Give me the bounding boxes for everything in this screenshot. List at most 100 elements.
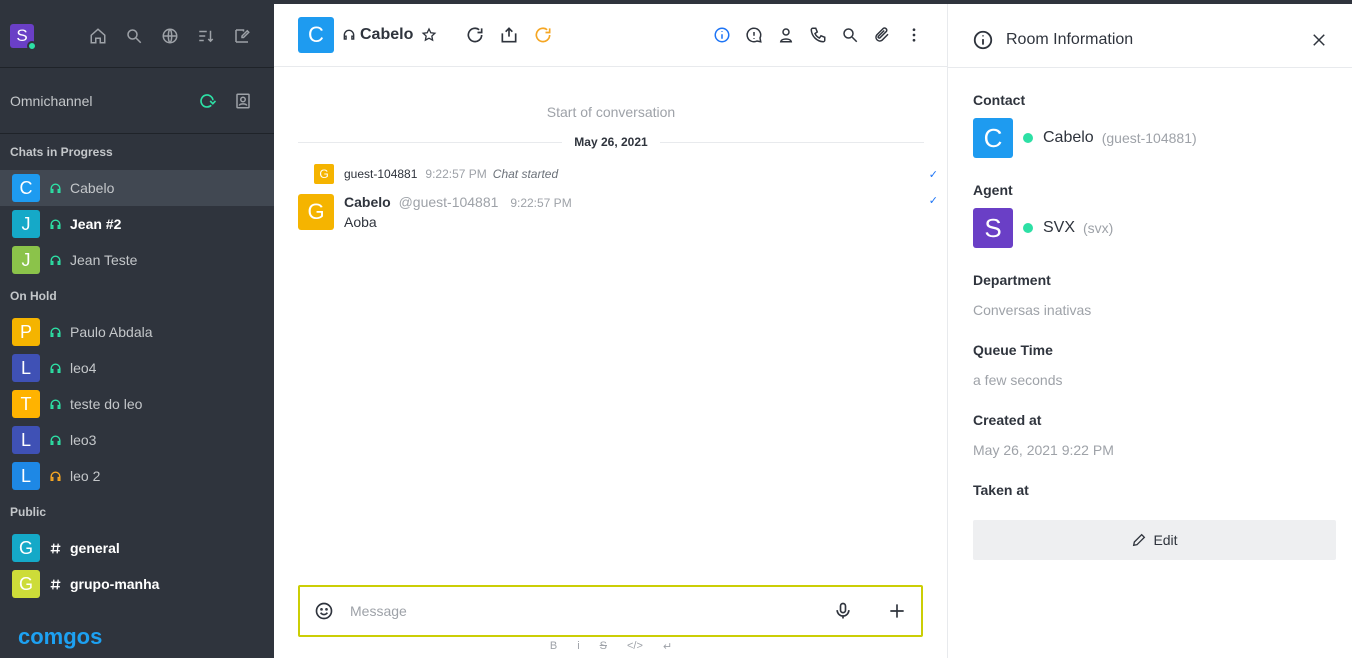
room-avatar: C [12, 174, 40, 202]
agent-name[interactable]: SVX [1043, 219, 1075, 237]
agent-info: S SVX (svx) [973, 208, 1336, 248]
omnichannel-label: Omnichannel [10, 92, 93, 109]
sidebar-section-title: On Hold [10, 289, 57, 303]
user-avatar[interactable]: S [10, 23, 37, 51]
read-receipt-icon: ✓ [928, 195, 938, 207]
brand-logo: comgos [18, 624, 103, 649]
search-messages-icon[interactable] [841, 26, 859, 44]
message-list: Start of conversation May 26, 2021 G gue… [274, 68, 948, 578]
sidebar-room-item[interactable]: Lleo4 [0, 350, 274, 386]
favorite-star-icon[interactable] [421, 27, 437, 43]
sidebar-room-item[interactable]: C Cabelo [0, 170, 274, 206]
pencil-icon [1131, 532, 1147, 548]
livechat-headset-icon [48, 469, 62, 483]
livechat-headset-icon [48, 253, 62, 267]
room-avatar: L [12, 426, 40, 454]
room-name: Paulo Abdala [70, 324, 153, 340]
composer-actions [833, 601, 907, 621]
livechat-headset-icon [48, 433, 62, 447]
sidebar-room-item[interactable]: P Paulo Abdala [0, 314, 274, 350]
room-avatar: L [12, 354, 40, 382]
close-icon[interactable] [1310, 31, 1328, 49]
system-message-avatar[interactable]: G [314, 164, 334, 184]
phone-icon[interactable] [809, 26, 827, 44]
livechat-headset-icon [48, 217, 62, 231]
contact-center-icon[interactable] [234, 92, 252, 110]
room-title: Cabelo [360, 26, 414, 43]
room-name: Jean Teste [70, 252, 138, 268]
omnichannel-tools [198, 92, 264, 110]
attachment-icon[interactable] [873, 26, 891, 44]
message-handle[interactable]: @guest-104881 [399, 194, 499, 210]
edit-button[interactable]: Edit [973, 520, 1336, 560]
message-avatar[interactable]: G [298, 194, 334, 230]
on-hold-icon[interactable] [533, 25, 553, 45]
room-avatar[interactable]: C [298, 17, 334, 53]
room-avatar: P [12, 318, 40, 346]
room-info-icon[interactable] [713, 26, 731, 44]
message-meta: Cabelo @guest-104881 9:22:57 PM [344, 194, 572, 210]
transcript-icon[interactable] [499, 25, 519, 45]
sidebar-room-item[interactable]: Ggeneral [0, 530, 274, 566]
room-actions-left [465, 25, 553, 45]
user-avatar-initial: S [16, 25, 28, 45]
omnichannel-status-icon[interactable] [198, 92, 216, 110]
queue-time-value: a few seconds [973, 372, 1063, 388]
microphone-icon[interactable] [833, 601, 853, 621]
sidebar-room-item[interactable]: Lleo 2 [0, 458, 274, 494]
forward-chat-icon[interactable] [465, 25, 485, 45]
contact-username: (guest-104881) [1101, 130, 1197, 146]
agent-avatar[interactable]: S [973, 208, 1013, 248]
agent-status-indicator [1023, 223, 1033, 233]
plus-icon[interactable] [887, 601, 907, 621]
search-icon[interactable] [124, 26, 144, 46]
agent-username: (svx) [1083, 220, 1114, 236]
contact-profile-icon[interactable] [777, 26, 795, 44]
room-avatar: G [12, 570, 40, 598]
code-format-button[interactable]: </> [627, 640, 643, 653]
sidebar-room-item[interactable]: Tteste do leo [0, 386, 274, 422]
department-value: Conversas inativas [973, 302, 1092, 318]
message-author[interactable]: Cabelo [344, 194, 391, 210]
strike-format-button[interactable]: S [600, 640, 607, 653]
created-at-value: May 26, 2021 9:22 PM [973, 442, 1114, 458]
room-avatar: L [12, 462, 40, 490]
create-new-icon[interactable] [232, 26, 252, 46]
system-message-user[interactable]: guest-104881 [344, 167, 417, 181]
emoji-icon[interactable] [314, 601, 334, 621]
department-label: Department [973, 272, 1051, 288]
sidebar-room-item[interactable]: J Jean #2 [0, 206, 274, 242]
sidebar-room-item[interactable]: Lleo3 [0, 422, 274, 458]
room-header: C Cabelo [274, 4, 947, 67]
hashtag-icon [48, 541, 62, 555]
kebab-menu-icon[interactable] [905, 26, 923, 44]
directory-globe-icon[interactable] [160, 26, 180, 46]
date-divider-label: May 26, 2021 [562, 135, 660, 149]
contact-label: Contact [973, 92, 1026, 108]
sort-icon[interactable] [196, 26, 216, 46]
date-divider: May 26, 2021 [298, 132, 924, 152]
italic-format-button[interactable]: i [577, 640, 579, 653]
contact-info: C Cabelo (guest-104881) [973, 118, 1336, 158]
multiline-format-button[interactable]: ↵ [663, 640, 672, 653]
sidebar-room-item[interactable]: J Jean Teste [0, 242, 274, 278]
start-of-conversation: Start of conversation [546, 104, 676, 120]
info-icon [972, 29, 994, 51]
message-time: 9:22:57 PM [510, 196, 572, 210]
read-receipt-icon: ✓ [928, 168, 938, 181]
agent-label: Agent [973, 182, 1013, 198]
contact-name[interactable]: Cabelo [1043, 129, 1094, 147]
created-at-label: Created at [973, 412, 1042, 428]
home-icon[interactable] [88, 26, 108, 46]
system-message: G guest-104881 9:22:57 PM Chat started ✓ [314, 164, 948, 184]
message-input[interactable] [350, 603, 833, 619]
livechat-headset-icon [48, 181, 62, 195]
user-status-indicator [27, 40, 37, 51]
chat-panel: C Cabelo Start of conversation May 26, 2… [274, 4, 948, 658]
sidebar: S Omnichannel Chats in Progress C Cabelo… [0, 4, 274, 658]
room-avatar: T [12, 390, 40, 418]
bold-format-button[interactable]: B [550, 640, 557, 653]
sidebar-room-item[interactable]: Ggrupo-manha [0, 566, 274, 602]
contact-avatar[interactable]: C [973, 118, 1013, 158]
discussion-icon[interactable] [745, 26, 763, 44]
